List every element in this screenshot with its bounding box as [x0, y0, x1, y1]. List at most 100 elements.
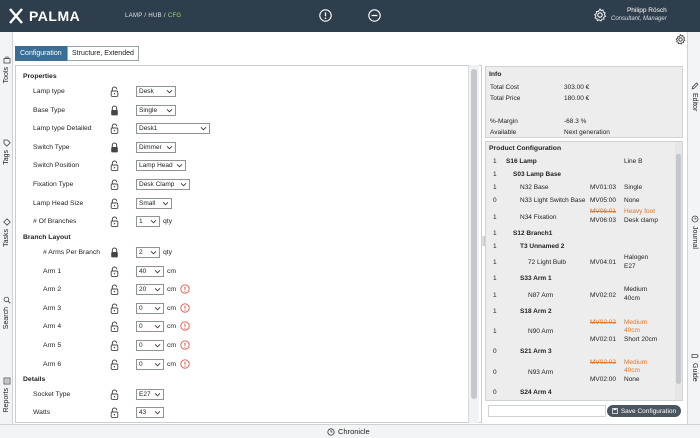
minus-circle-icon[interactable] [368, 9, 381, 22]
configuration-name-input[interactable] [488, 405, 606, 417]
config-row-label: # Of Branches [33, 218, 77, 226]
product-row[interactable]: 1 S16 Lamp Line B [486, 156, 676, 169]
nav-tasks[interactable]: Tasks [0, 218, 13, 247]
config-select-value: Desk1 [139, 125, 158, 133]
product-row[interactable]: 0 S24 Arm 4 [486, 387, 676, 400]
product-row[interactable]: 1 S18 Arm 2 [486, 306, 676, 319]
breadcrumb-cfg[interactable]: CFG [168, 13, 182, 19]
product-row[interactable]: Medium [486, 400, 676, 401]
product-scroll-thumb[interactable] [676, 154, 681, 384]
lock-open-icon[interactable] [110, 198, 119, 209]
nav-guide[interactable]: Guide [688, 352, 700, 382]
config-select[interactable]: 43 [136, 407, 164, 418]
product-row[interactable]: 1 N32 Base MV01:03 Single [486, 182, 676, 195]
lock-closed-icon[interactable] [110, 105, 119, 116]
info-label: %-Margin [490, 118, 518, 125]
product-row[interactable]: 1 72 Light Bulb MV04:01 Halogen E27 [486, 254, 676, 273]
config-select[interactable]: Single [136, 104, 176, 116]
lock-open-icon[interactable] [110, 123, 119, 135]
lock-open-icon[interactable] [110, 284, 119, 296]
config-select-value: Desk Clamp [139, 181, 175, 188]
config-select[interactable]: 0 [136, 302, 164, 314]
product-name: S12 Branch1 [513, 229, 553, 237]
nav-tools[interactable]: Tools [0, 56, 13, 83]
nav-journal[interactable]: Journal [688, 215, 700, 249]
product-qty: 1 [493, 229, 497, 237]
config-select[interactable]: E27 [136, 389, 164, 400]
product-row[interactable]: 1 S33 Arm 1 [486, 273, 676, 286]
lock-open-icon[interactable] [110, 389, 119, 400]
lock-open-icon[interactable] [110, 340, 119, 351]
lock-open-icon[interactable] [110, 179, 119, 190]
tab-configuration[interactable]: Configuration [15, 46, 67, 61]
config-select[interactable]: Lamp Head [136, 160, 186, 172]
save-configuration-button[interactable]: Save Configuration [607, 405, 681, 417]
info-value: -68.3 % [564, 118, 587, 125]
lock-open-icon[interactable] [110, 216, 119, 228]
config-select[interactable]: 20 [136, 284, 164, 296]
config-row: Arm 5 0 cm [16, 340, 476, 352]
chronicle-toggle[interactable]: Chronicle [327, 427, 370, 436]
product-qty: 1 [493, 328, 497, 335]
lock-open-icon[interactable] [110, 407, 119, 418]
product-row[interactable]: 1 N87 Arm MV02:02 Medium 40cm [486, 286, 676, 305]
lock-open-icon[interactable] [110, 86, 119, 97]
config-select[interactable]: 0 [136, 321, 164, 333]
nav-search[interactable]: Search [0, 296, 13, 329]
config-select[interactable]: 2 [136, 247, 160, 258]
config-scroll-thumb[interactable] [471, 69, 477, 399]
config-select[interactable]: Desk Clamp [136, 179, 190, 190]
config-row-label: Arm 3 [43, 304, 62, 312]
product-description: Halogen [624, 253, 649, 261]
config-select[interactable]: Desk [136, 86, 176, 97]
product-qty: 1 [493, 291, 497, 299]
config-select[interactable]: 40 [136, 265, 164, 277]
config-row: Lamp type Desk [16, 86, 476, 98]
config-row-label: Socket Type [33, 391, 71, 398]
lock-open-icon[interactable] [110, 160, 119, 172]
config-scrollbar[interactable] [468, 65, 479, 423]
product-row[interactable]: 1 S12 Branch1 [486, 228, 676, 241]
lock-open-icon[interactable] [110, 359, 119, 370]
product-row[interactable]: 0 N33 Light Switch Base MV05:00 None [486, 195, 676, 208]
config-select[interactable]: 0 [136, 358, 164, 370]
product-row[interactable]: 0 S21 Arm 3 [486, 346, 676, 359]
nav-editor[interactable]: Editor [688, 82, 700, 111]
alert-icon[interactable] [319, 9, 332, 22]
breadcrumb-hub[interactable]: HUB [148, 13, 162, 19]
product-configuration-panel: Product Configuration 1 S16 Lamp Line B 1 S0… [485, 141, 683, 401]
config-select[interactable]: 0 [136, 340, 164, 351]
lock-open-icon[interactable] [110, 266, 119, 277]
breadcrumb-lamp[interactable]: LAMP [125, 13, 142, 19]
user-menu[interactable]: Philipp Rösch Consultant, Manager [593, 7, 667, 23]
product-code: MV06:03 [590, 217, 617, 224]
lock-open-icon[interactable] [110, 303, 119, 314]
lock-closed-icon[interactable] [110, 247, 119, 258]
product-row[interactable]: 1 S03 Lamp Base [486, 169, 676, 182]
product-scrollbar[interactable] [675, 142, 682, 400]
lock-open-icon[interactable] [110, 321, 119, 333]
product-row[interactable]: 1 N34 Fixation MV06:01 Heavy foot MV06:03 Des… [486, 208, 676, 227]
config-row: Lamp Head Size Small [16, 197, 476, 210]
product-row[interactable]: 1 T3 Unnamed 2 [486, 241, 676, 254]
lock-closed-icon[interactable] [110, 142, 119, 153]
config-select-value: E27 [139, 391, 151, 398]
properties-title: Properties [23, 73, 57, 80]
nav-editor-label: Editor [691, 93, 698, 112]
config-row: Fixation Type Desk Clamp [16, 179, 476, 191]
config-select[interactable]: Desk1 [136, 123, 210, 135]
product-qty: 0 [493, 368, 497, 376]
nav-tags[interactable]: Tags [0, 139, 13, 165]
config-row-label: Switch Type [33, 143, 70, 151]
product-row[interactable]: 0 N93 Arm MV02:02 Medium 40cm MV02:00 None [486, 359, 676, 386]
settings-gear-icon[interactable] [675, 34, 686, 45]
config-select[interactable]: Small [136, 197, 172, 209]
tab-structure-extended[interactable]: Structure, Extended [67, 46, 139, 61]
config-select[interactable]: 1 [136, 216, 160, 228]
clock-icon [327, 427, 335, 436]
logo[interactable]: PALMA [7, 7, 80, 25]
nav-reports[interactable]: Reports [0, 377, 13, 413]
product-row[interactable]: 1 N90 Arm MV02:02 Medium 40cm MV02:01 Short 20… [486, 319, 676, 346]
config-select[interactable]: Dimmer [136, 141, 176, 153]
config-row: Socket Type E27 [16, 389, 476, 401]
